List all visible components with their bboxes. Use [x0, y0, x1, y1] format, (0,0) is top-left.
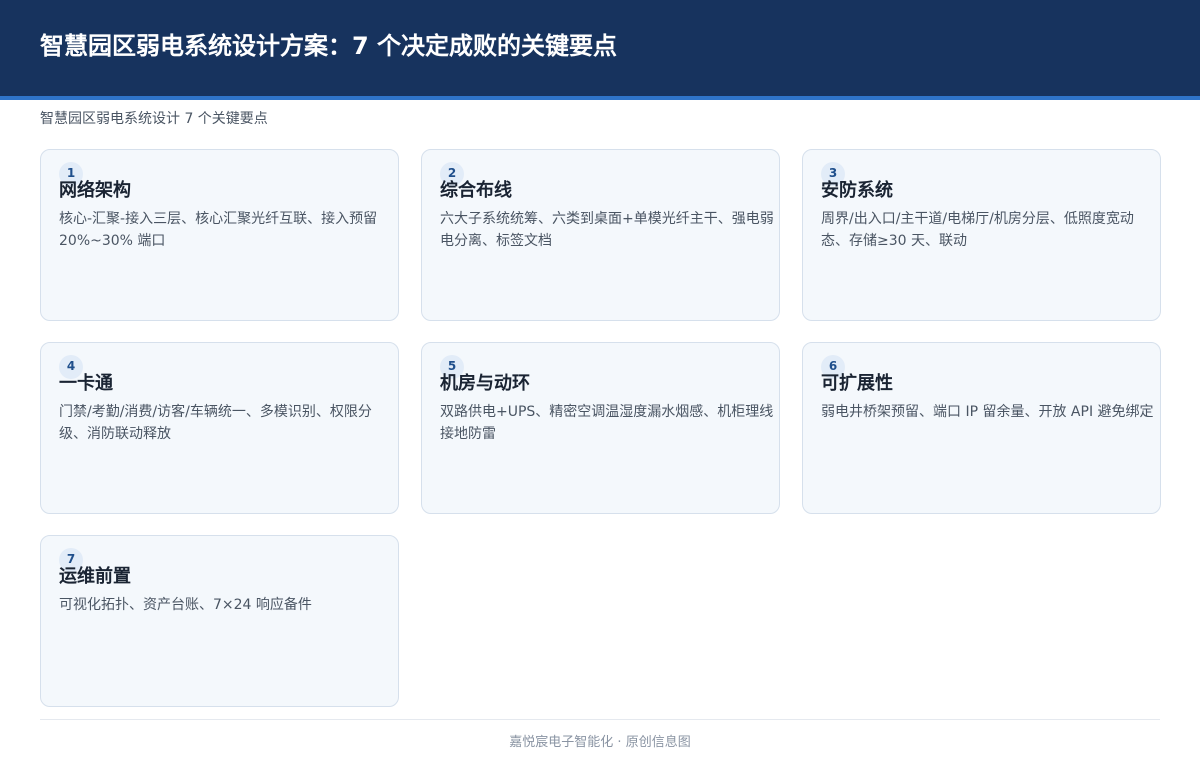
key-point-card: 4 一卡通 门禁/考勤/消费/访客/车辆统一、多模识别、权限分级、消防联动释放 [40, 342, 399, 514]
card-title: 可扩展性 [821, 373, 893, 394]
page-subtitle: 智慧园区弱电系统设计 7 个关键要点 [40, 111, 268, 127]
card-description: 弱电井桥架预留、端口 IP 留余量、开放 API 避免绑定 [821, 404, 1154, 420]
key-point-card: 1 网络架构 核心-汇聚-接入三层、核心汇聚光纤互联、接入预留 20%~30% … [40, 149, 399, 321]
card-title: 综合布线 [440, 180, 512, 201]
card-description: 门禁/考勤/消费/访客/车辆统一、多模识别、权限分级、消防联动释放 [59, 404, 372, 442]
card-description: 双路供电+UPS、精密空调温湿度漏水烟感、机柜理线接地防雷 [440, 404, 774, 442]
key-point-card: 2 综合布线 六大子系统统筹、六类到桌面+单模光纤主干、强电弱电分离、标签文档 [421, 149, 780, 321]
key-point-card: 6 可扩展性 弱电井桥架预留、端口 IP 留余量、开放 API 避免绑定 [802, 342, 1161, 514]
card-title: 安防系统 [821, 180, 893, 201]
header-banner: 智慧园区弱电系统设计方案：7 个决定成败的关键要点 [0, 0, 1200, 100]
card-description: 六大子系统统筹、六类到桌面+单模光纤主干、强电弱电分离、标签文档 [440, 211, 774, 249]
card-title: 机房与动环 [440, 373, 530, 394]
key-point-card: 3 安防系统 周界/出入口/主干道/电梯厅/机房分层、低照度宽动态、存储≥30 … [802, 149, 1161, 321]
card-description: 可视化拓扑、资产台账、7×24 响应备件 [59, 597, 312, 613]
footer-divider [40, 719, 1160, 720]
card-description: 核心-汇聚-接入三层、核心汇聚光纤互联、接入预留 20%~30% 端口 [59, 211, 378, 249]
page-title: 智慧园区弱电系统设计方案：7 个决定成败的关键要点 [40, 32, 618, 60]
key-point-card: 5 机房与动环 双路供电+UPS、精密空调温湿度漏水烟感、机柜理线接地防雷 [421, 342, 780, 514]
card-title: 运维前置 [59, 566, 131, 587]
card-description: 周界/出入口/主干道/电梯厅/机房分层、低照度宽动态、存储≥30 天、联动 [821, 211, 1134, 249]
card-title: 一卡通 [59, 373, 113, 394]
footer-credit: 嘉悦宸电子智能化 · 原创信息图 [509, 735, 691, 750]
key-point-card: 7 运维前置 可视化拓扑、资产台账、7×24 响应备件 [40, 535, 399, 707]
card-title: 网络架构 [59, 180, 131, 201]
key-points-grid: 1 网络架构 核心-汇聚-接入三层、核心汇聚光纤互联、接入预留 20%~30% … [40, 149, 1161, 707]
